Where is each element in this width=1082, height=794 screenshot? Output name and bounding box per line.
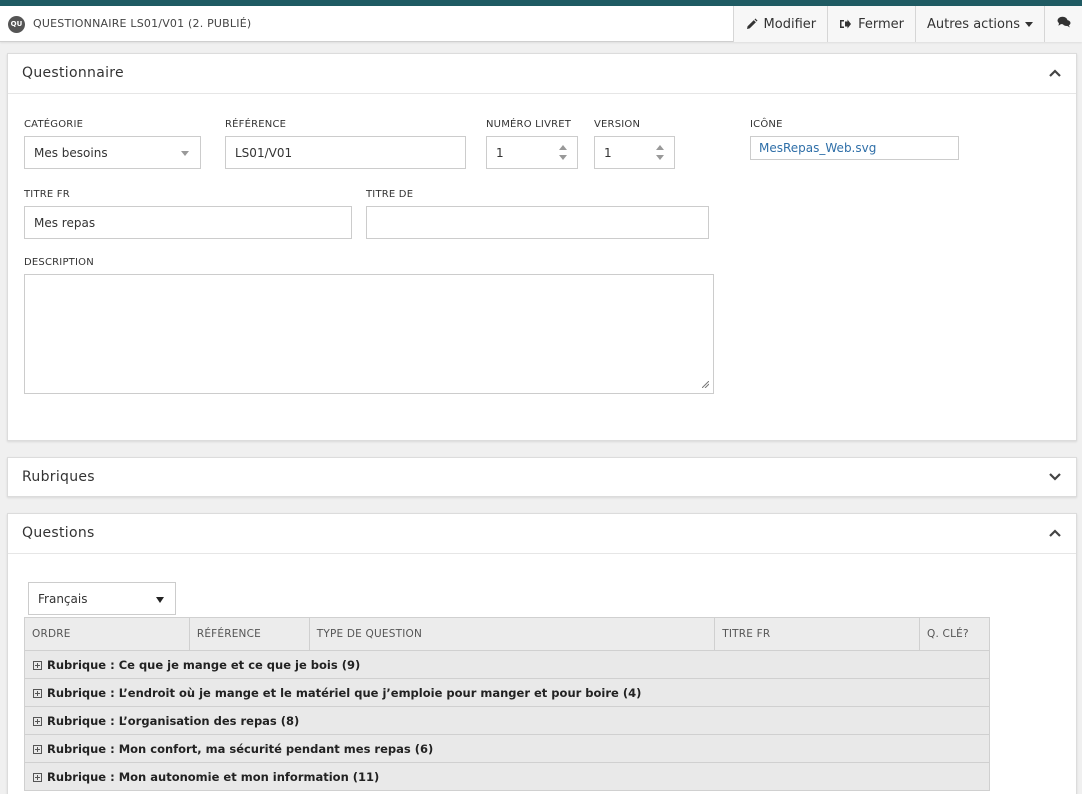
title-fr-field[interactable]: [24, 206, 352, 239]
version-stepper[interactable]: 1: [594, 136, 675, 169]
category-label: CATÉGORIE: [24, 119, 84, 130]
expand-plus-icon[interactable]: [33, 772, 42, 782]
select-arrow-icon: [181, 151, 189, 156]
title-fr-input[interactable]: [34, 215, 342, 230]
table-row[interactable]: Rubrique : Ce que je mange et ce que je …: [24, 650, 990, 679]
edit-button[interactable]: Modifier: [732, 6, 828, 42]
dropdown-arrow-icon: [156, 597, 164, 603]
comments-button[interactable]: [1044, 6, 1082, 42]
questions-panel: Questions Français ORDRE RÉFÉRENCE TYPE …: [7, 513, 1077, 794]
reference-field[interactable]: [225, 136, 466, 169]
toolbar: Modifier Fermer Autres actions: [732, 6, 1082, 42]
title-de-field[interactable]: [366, 206, 709, 239]
icon-label: ICÔNE: [750, 119, 783, 130]
description-label: DESCRIPTION: [24, 257, 94, 268]
more-actions-label: Autres actions: [927, 16, 1020, 32]
comments-icon: [1057, 16, 1071, 32]
spinner-arrows-icon[interactable]: [656, 145, 664, 161]
group-row[interactable]: Rubrique : Ce que je mange et ce que je …: [24, 650, 990, 679]
spinner-arrows-icon[interactable]: [559, 145, 567, 161]
questions-panel-header[interactable]: Questions: [8, 514, 1076, 554]
table-row[interactable]: Rubrique : L’organisation des repas (8): [24, 706, 990, 735]
expand-plus-icon[interactable]: [33, 688, 42, 698]
group-row[interactable]: Rubrique : Mon autonomie et mon informat…: [24, 762, 990, 791]
description-textarea[interactable]: [24, 274, 714, 394]
reference-input[interactable]: [235, 145, 456, 160]
expand-plus-icon[interactable]: [33, 744, 42, 754]
version-value: 1: [604, 145, 612, 160]
group-row-label: Rubrique : Mon confort, ma sécurité pend…: [47, 741, 434, 756]
questionnaire-panel-header[interactable]: Questionnaire: [8, 54, 1076, 94]
booklet-number-value: 1: [496, 145, 504, 160]
booklet-number-label: NUMÉRO LIVRET: [486, 119, 572, 130]
questions-panel-title: Questions: [22, 525, 95, 541]
group-row[interactable]: Rubrique : L’endroit où je mange et le m…: [24, 678, 990, 707]
icon-file-field[interactable]: MesRepas_Web.svg: [750, 136, 959, 160]
group-row-label: Rubrique : L’endroit où je mange et le m…: [47, 685, 642, 700]
chevron-up-icon[interactable]: [1048, 528, 1062, 538]
language-select[interactable]: Français: [28, 582, 176, 615]
group-row-label: Rubrique : L’organisation des repas (8): [47, 713, 300, 728]
icon-file-link[interactable]: MesRepas_Web.svg: [759, 141, 876, 155]
column-header-key-question[interactable]: Q. CLÉ?: [919, 617, 990, 651]
questions-table: ORDRE RÉFÉRENCE TYPE DE QUESTION TITRE F…: [24, 617, 990, 791]
group-row-label: Rubrique : Mon autonomie et mon informat…: [47, 769, 380, 784]
rubriques-panel-header[interactable]: Rubriques: [8, 458, 1076, 498]
group-row[interactable]: Rubrique : L’organisation des repas (8): [24, 706, 990, 735]
pencil-icon: [745, 18, 758, 31]
category-select[interactable]: Mes besoins: [24, 136, 201, 169]
page-title: QUESTIONNAIRE LS01/V01 (2. PUBLIÉ): [33, 17, 252, 30]
reference-label: RÉFÉRENCE: [225, 119, 287, 130]
title-de-label: TITRE DE: [366, 189, 414, 200]
resize-handle-icon[interactable]: [702, 381, 709, 388]
category-value: Mes besoins: [34, 145, 108, 160]
booklet-number-stepper[interactable]: 1: [486, 136, 578, 169]
column-header-question-type[interactable]: TYPE DE QUESTION: [308, 617, 716, 651]
title-de-input[interactable]: [376, 215, 699, 230]
version-label: VERSION: [594, 119, 641, 130]
table-row[interactable]: Rubrique : L’endroit où je mange et le m…: [24, 678, 990, 707]
expand-plus-icon[interactable]: [33, 716, 42, 726]
table-row[interactable]: Rubrique : Mon autonomie et mon informat…: [24, 762, 990, 791]
language-value: Français: [38, 591, 88, 606]
rubriques-panel: Rubriques: [7, 457, 1077, 497]
rubriques-panel-title: Rubriques: [22, 469, 95, 485]
chevron-down-icon[interactable]: [1048, 472, 1062, 482]
title-fr-label: TITRE FR: [24, 189, 70, 200]
edit-button-label: Modifier: [763, 16, 817, 32]
caret-down-icon: [1025, 21, 1033, 27]
questionnaire-panel-title: Questionnaire: [22, 65, 124, 81]
column-header-title-fr[interactable]: TITRE FR: [714, 617, 921, 651]
close-button[interactable]: Fermer: [827, 6, 916, 42]
table-row[interactable]: Rubrique : Mon confort, ma sécurité pend…: [24, 734, 990, 763]
chevron-up-icon[interactable]: [1048, 68, 1062, 78]
column-header-order[interactable]: ORDRE: [24, 617, 190, 651]
group-row[interactable]: Rubrique : Mon confort, ma sécurité pend…: [24, 734, 990, 763]
column-header-reference[interactable]: RÉFÉRENCE: [188, 617, 310, 651]
more-actions-dropdown[interactable]: Autres actions: [915, 6, 1044, 42]
group-row-label: Rubrique : Ce que je mange et ce que je …: [47, 657, 361, 672]
expand-plus-icon[interactable]: [33, 660, 42, 670]
questionnaire-panel: Questionnaire CATÉGORIE Mes besoins RÉFÉ…: [7, 53, 1077, 441]
sign-out-icon: [839, 18, 852, 30]
close-button-label: Fermer: [858, 16, 905, 32]
questionnaire-badge-icon: QU: [8, 16, 25, 33]
table-header-row: ORDRE RÉFÉRENCE TYPE DE QUESTION TITRE F…: [24, 617, 990, 651]
app-header: QU QUESTIONNAIRE LS01/V01 (2. PUBLIÉ) Mo…: [0, 6, 1082, 42]
